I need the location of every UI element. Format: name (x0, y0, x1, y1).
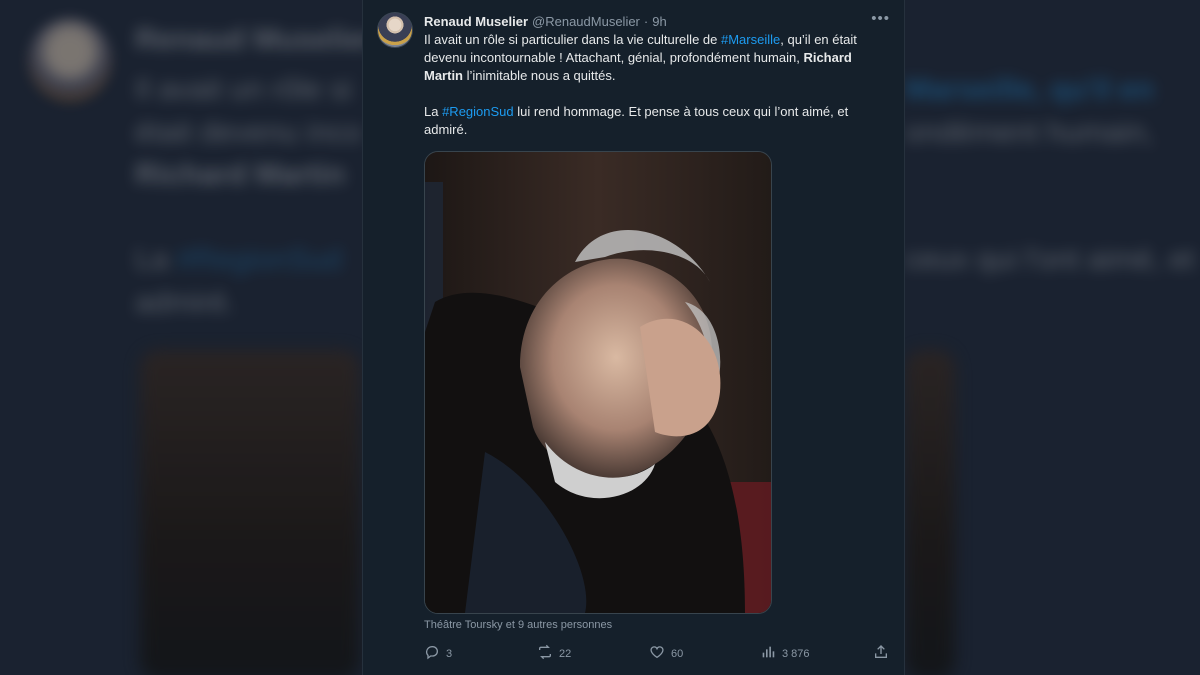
blurred-photo-right (905, 350, 955, 675)
author-name[interactable]: Renaud Muselier (424, 14, 528, 29)
tagged-people[interactable]: Théâtre Toursky et 9 autres personnes (424, 619, 612, 631)
hashtag-regionsud[interactable]: #RegionSud (442, 104, 514, 119)
views-icon (760, 644, 776, 663)
header-separator: · (643, 13, 649, 29)
share-icon (873, 644, 889, 663)
retweet-icon (537, 644, 553, 663)
text-segment: l’inimitable nous a quittés. (463, 68, 616, 83)
blurred-author-name: Renaud Muselier (135, 23, 376, 56)
tweet-time[interactable]: 9h (652, 14, 666, 29)
heart-icon (649, 644, 665, 663)
retweet-count: 22 (559, 647, 572, 660)
tweet-paragraph-2: La #RegionSud lui rend hommage. Et pense… (424, 103, 884, 139)
text-segment: Il avait un rôle si particulier dans la … (424, 32, 721, 47)
share-button[interactable] (873, 644, 889, 663)
author-handle[interactable]: @RenaudMuselier (532, 14, 640, 29)
tweet-card[interactable]: Renaud Muselier @RenaudMuselier · 9h •••… (362, 0, 905, 675)
retweet-button[interactable]: 22 (537, 644, 571, 663)
like-button[interactable]: 60 (649, 644, 683, 663)
tweet-paragraph-1: Il avait un rôle si particulier dans la … (424, 31, 884, 85)
views-button[interactable]: 3 876 (760, 644, 810, 663)
tweet-photo[interactable] (424, 151, 772, 614)
reply-button[interactable]: 3 (424, 644, 452, 663)
blurred-text-line: ondément humain, (905, 116, 1154, 149)
hashtag-marseille[interactable]: #Marseille (721, 32, 780, 47)
views-count: 3 876 (782, 647, 810, 660)
reply-icon (424, 644, 440, 663)
blurred-text-line: ceux qui l'ont aimé, et (905, 243, 1195, 276)
tweet-text: Il avait un rôle si particulier dans la … (424, 31, 884, 139)
text-segment: La (424, 104, 443, 119)
tweet-actions: 3 22 60 3 876 (424, 644, 890, 662)
portrait-illustration (425, 152, 771, 613)
blurred-text-line: était devenu inco (135, 116, 362, 149)
blurred-avatar (28, 18, 112, 102)
reply-count: 3 (446, 647, 453, 660)
author-avatar[interactable] (377, 12, 413, 48)
blurred-photo-left (140, 350, 360, 675)
blurred-text-line: admiré. (135, 286, 236, 319)
like-count: 60 (671, 647, 684, 660)
more-horizontal-icon[interactable]: ••• (871, 10, 890, 27)
tweet-header: Renaud Muselier @RenaudMuselier · 9h (424, 12, 890, 30)
blurred-text-line: Richard Martin (135, 158, 346, 191)
blurred-text-line: Il avait un rôle si (135, 73, 352, 106)
blurred-hashtag: Marseille, qu'il en (905, 73, 1154, 106)
blurred-text-line: La #RegionSud (135, 243, 342, 276)
